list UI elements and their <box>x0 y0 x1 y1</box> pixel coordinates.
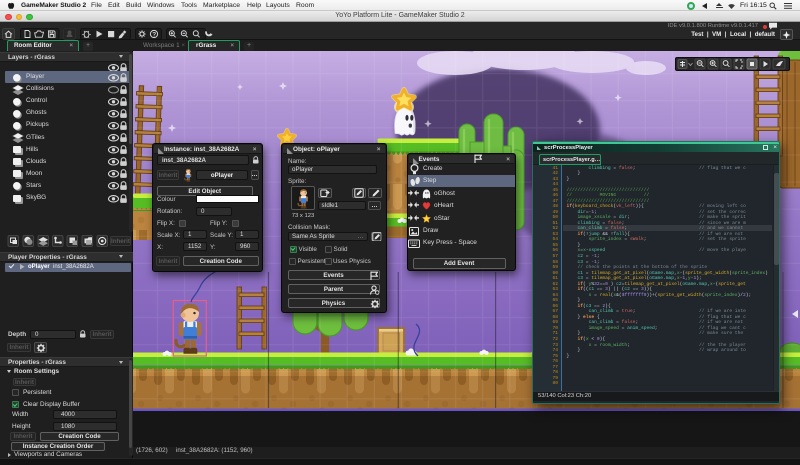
svg-text:?: ? <box>152 31 156 38</box>
